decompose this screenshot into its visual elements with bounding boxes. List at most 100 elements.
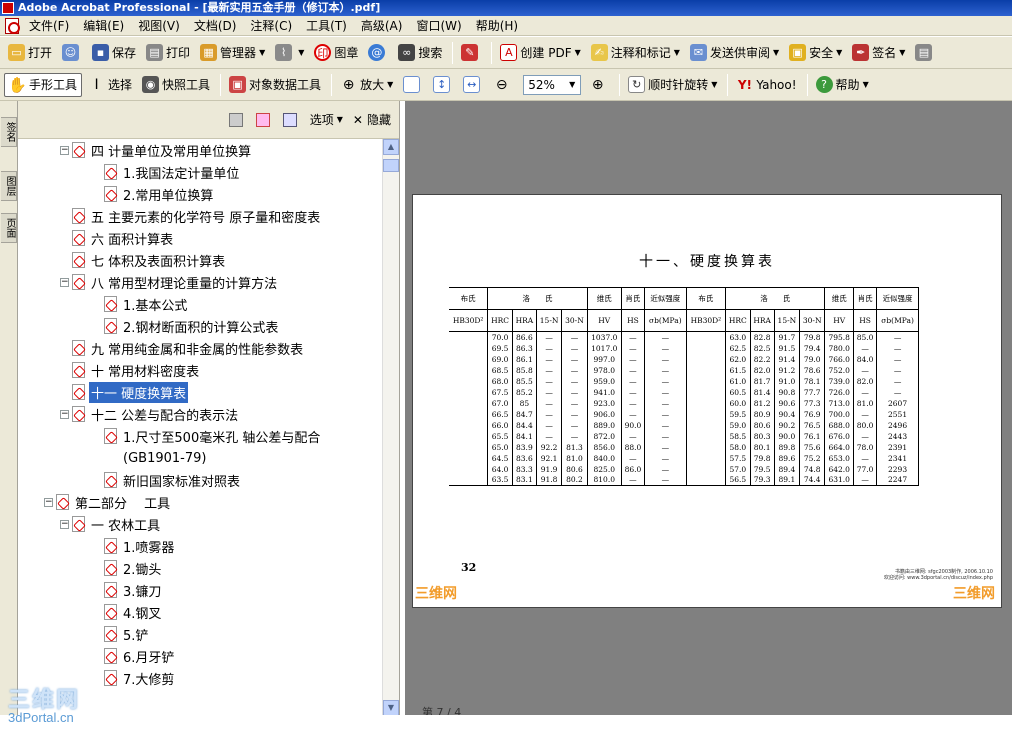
options-button[interactable]: 选项 ▼ bbox=[310, 111, 343, 128]
table-cell: — bbox=[561, 397, 588, 409]
fit-width-button[interactable]: ↔ bbox=[459, 73, 487, 97]
bookmark-item[interactable]: − 第二部分 工具 bbox=[44, 491, 172, 513]
table-cell: 89.1 bbox=[774, 474, 801, 486]
tab-pages[interactable]: 页面 bbox=[1, 213, 17, 243]
actual-size-button[interactable] bbox=[399, 73, 427, 97]
zoom-in-button[interactable]: ⊕ 放大 ▼ bbox=[336, 73, 397, 97]
bookmark-item[interactable]: 5.铲 bbox=[104, 623, 150, 645]
bookmark-item[interactable]: 3.镰刀 bbox=[104, 579, 163, 601]
menu-edit[interactable]: 编辑(E) bbox=[76, 16, 131, 36]
bookmark-item[interactable]: 7.大修剪 bbox=[104, 667, 176, 689]
bookmark-item[interactable]: 六 面积计算表 bbox=[72, 227, 175, 249]
zoom-field[interactable]: 52% ▼ bbox=[523, 74, 582, 95]
page-icon bbox=[403, 76, 421, 93]
bookmark-item[interactable]: 十一 硬度换算表 bbox=[72, 381, 189, 403]
forms-button[interactable]: ▤ bbox=[911, 41, 939, 65]
bookmark-item[interactable]: 五 主要元素的化学符号 原子量和密度表 bbox=[72, 205, 322, 227]
bookmark-item[interactable]: 九 常用纯金属和非金属的性能参数表 bbox=[72, 337, 305, 359]
bookmark-item[interactable]: 2.钢材断面积的计算公式表 bbox=[104, 315, 280, 337]
table-cell: — bbox=[621, 342, 645, 354]
table-cell: 92.1 bbox=[536, 452, 563, 464]
create-pdf-button[interactable]: A 创建 PDF ▼ bbox=[496, 41, 584, 65]
bookmark-item[interactable]: 2.常用单位换算 bbox=[104, 183, 215, 205]
hand-tool-button[interactable]: ✋ 手形工具 bbox=[4, 72, 83, 97]
collapse-toggle-icon[interactable]: − bbox=[44, 497, 53, 507]
tab-signatures[interactable]: 签名 bbox=[1, 117, 17, 147]
new-bookmark-button[interactable] bbox=[255, 112, 273, 127]
email-button[interactable]: @ bbox=[364, 41, 392, 65]
scroll-up-button[interactable]: ▲ bbox=[383, 139, 399, 155]
rotate-button[interactable]: ↻ 顺时针旋转 ▼ bbox=[624, 73, 721, 97]
bookmark-scrollbar[interactable]: ▲ ▼ bbox=[382, 139, 399, 716]
bookmark-item[interactable]: 4.钢叉 bbox=[104, 601, 163, 623]
table-header-cell: 布氏 bbox=[449, 287, 489, 310]
select-tool-button[interactable]: I 选择 bbox=[84, 73, 136, 97]
menu-file[interactable]: 文件(F) bbox=[22, 16, 76, 36]
user-button[interactable]: ☺ bbox=[58, 41, 86, 65]
collapse-toggle-icon[interactable]: − bbox=[60, 409, 69, 419]
zoom-in-small-button[interactable]: ⊕ bbox=[585, 73, 613, 97]
help-button[interactable]: ? 帮助 ▼ bbox=[812, 73, 873, 97]
edit-tool-button[interactable]: ✎ bbox=[457, 41, 485, 65]
hide-panel-button[interactable]: ✕ 隐藏 bbox=[353, 111, 391, 128]
collapse-toggle-icon[interactable]: − bbox=[60, 277, 69, 287]
menu-window[interactable]: 窗口(W) bbox=[409, 16, 468, 36]
menu-advanced[interactable]: 高级(A) bbox=[354, 16, 410, 36]
save-button[interactable]: ▪ 保存 bbox=[88, 41, 140, 65]
table-cell: — bbox=[644, 474, 687, 486]
security-button[interactable]: ▣ 安全 ▼ bbox=[785, 41, 846, 65]
bookmark-item[interactable]: − 一 农林工具 bbox=[60, 513, 162, 535]
toolbar-separator bbox=[220, 73, 222, 96]
fit-page-button[interactable]: ↕ bbox=[429, 73, 457, 97]
yahoo-button[interactable]: Y! Yahoo! bbox=[732, 73, 800, 97]
bookmark-item[interactable]: − 八 常用型材理论重量的计算方法 bbox=[60, 271, 279, 293]
send-review-button[interactable]: ✉ 发送供审阅 ▼ bbox=[686, 41, 783, 65]
bookmark-item[interactable]: 七 体积及表面积计算表 bbox=[72, 249, 227, 271]
bookmark-item[interactable]: (GB1901-79) bbox=[121, 447, 208, 469]
table-cell: 2496 bbox=[876, 419, 919, 431]
bookmark-item[interactable]: 1.基本公式 bbox=[104, 293, 189, 315]
bookmark-item[interactable]: 1.尺寸至500毫米孔 轴公差与配合 bbox=[104, 425, 322, 447]
bookmark-item[interactable]: 2.锄头 bbox=[104, 557, 163, 579]
table-cell: — bbox=[853, 408, 878, 420]
table-cell: 91.5 bbox=[774, 342, 801, 354]
comment-markup-button[interactable]: ✍ 注释和标记 ▼ bbox=[587, 41, 684, 65]
bookmark-tree: − 四 计量单位及常用单位换算 1.我国法定计量单位 2.常用单位换算五 主要元素的化… bbox=[20, 139, 380, 716]
table-cell: 79.3 bbox=[750, 474, 775, 486]
menu-help[interactable]: 帮助(H) bbox=[469, 16, 525, 36]
bookmark-item[interactable]: − 十二 公差与配合的表示法 bbox=[60, 403, 240, 425]
collapse-toggle-icon[interactable]: − bbox=[60, 519, 69, 529]
bookmark-item[interactable]: 1.喷雾器 bbox=[104, 535, 176, 557]
menu-view[interactable]: 视图(V) bbox=[131, 16, 187, 36]
menu-document[interactable]: 文档(D) bbox=[187, 16, 244, 36]
open-button[interactable]: ▭ 打开 bbox=[4, 41, 56, 65]
print-button[interactable]: ▤ 打印 bbox=[142, 41, 194, 65]
bookmark-item[interactable]: 6.月牙铲 bbox=[104, 645, 176, 667]
sign-button[interactable]: ✒ 签名 ▼ bbox=[848, 41, 909, 65]
bookmark-item[interactable]: − 四 计量单位及常用单位换算 bbox=[60, 139, 253, 161]
document-icon[interactable] bbox=[5, 17, 20, 34]
bookmark-item[interactable]: 1.我国法定计量单位 bbox=[104, 161, 241, 183]
menu-tools[interactable]: 工具(T) bbox=[299, 16, 354, 36]
organizer-button[interactable]: ▦ 管理器 ▼ bbox=[196, 41, 269, 65]
snapshot-tool-button[interactable]: ◉ 快照工具 bbox=[138, 73, 214, 97]
delete-bookmark-button[interactable] bbox=[228, 112, 246, 127]
table-cell: 58.0 bbox=[725, 441, 751, 453]
chevron-down-icon[interactable]: ▼ bbox=[565, 77, 579, 93]
menu-comments[interactable]: 注释(C) bbox=[243, 16, 299, 36]
table-cell: — bbox=[644, 397, 687, 409]
table-cell: 642.0 bbox=[824, 463, 855, 475]
search-button[interactable]: ∞ 搜索 bbox=[394, 41, 446, 65]
bookmark-item[interactable]: 十 常用材料密度表 bbox=[72, 359, 201, 381]
table-row: 68.5 85.8— —978.0— —61.5 82.0 91.2 78.6 752.0— — bbox=[449, 364, 919, 376]
attach-button[interactable]: ⌇ ▼ bbox=[271, 41, 308, 65]
zoom-out-button[interactable]: ⊖ bbox=[489, 73, 517, 97]
expand-bookmark-button[interactable] bbox=[282, 112, 300, 127]
collapse-toggle-icon[interactable]: − bbox=[60, 145, 69, 155]
scroll-thumb[interactable] bbox=[383, 159, 399, 172]
tab-layers[interactable]: 图层 bbox=[1, 171, 17, 201]
bookmark-item[interactable]: 新旧国家标准对照表 bbox=[104, 469, 242, 491]
object-data-tool-button[interactable]: ▣ 对象数据工具 bbox=[225, 73, 325, 97]
stamp-button[interactable]: 印图章 bbox=[310, 41, 362, 65]
table-cell: 92.2 bbox=[536, 441, 563, 453]
